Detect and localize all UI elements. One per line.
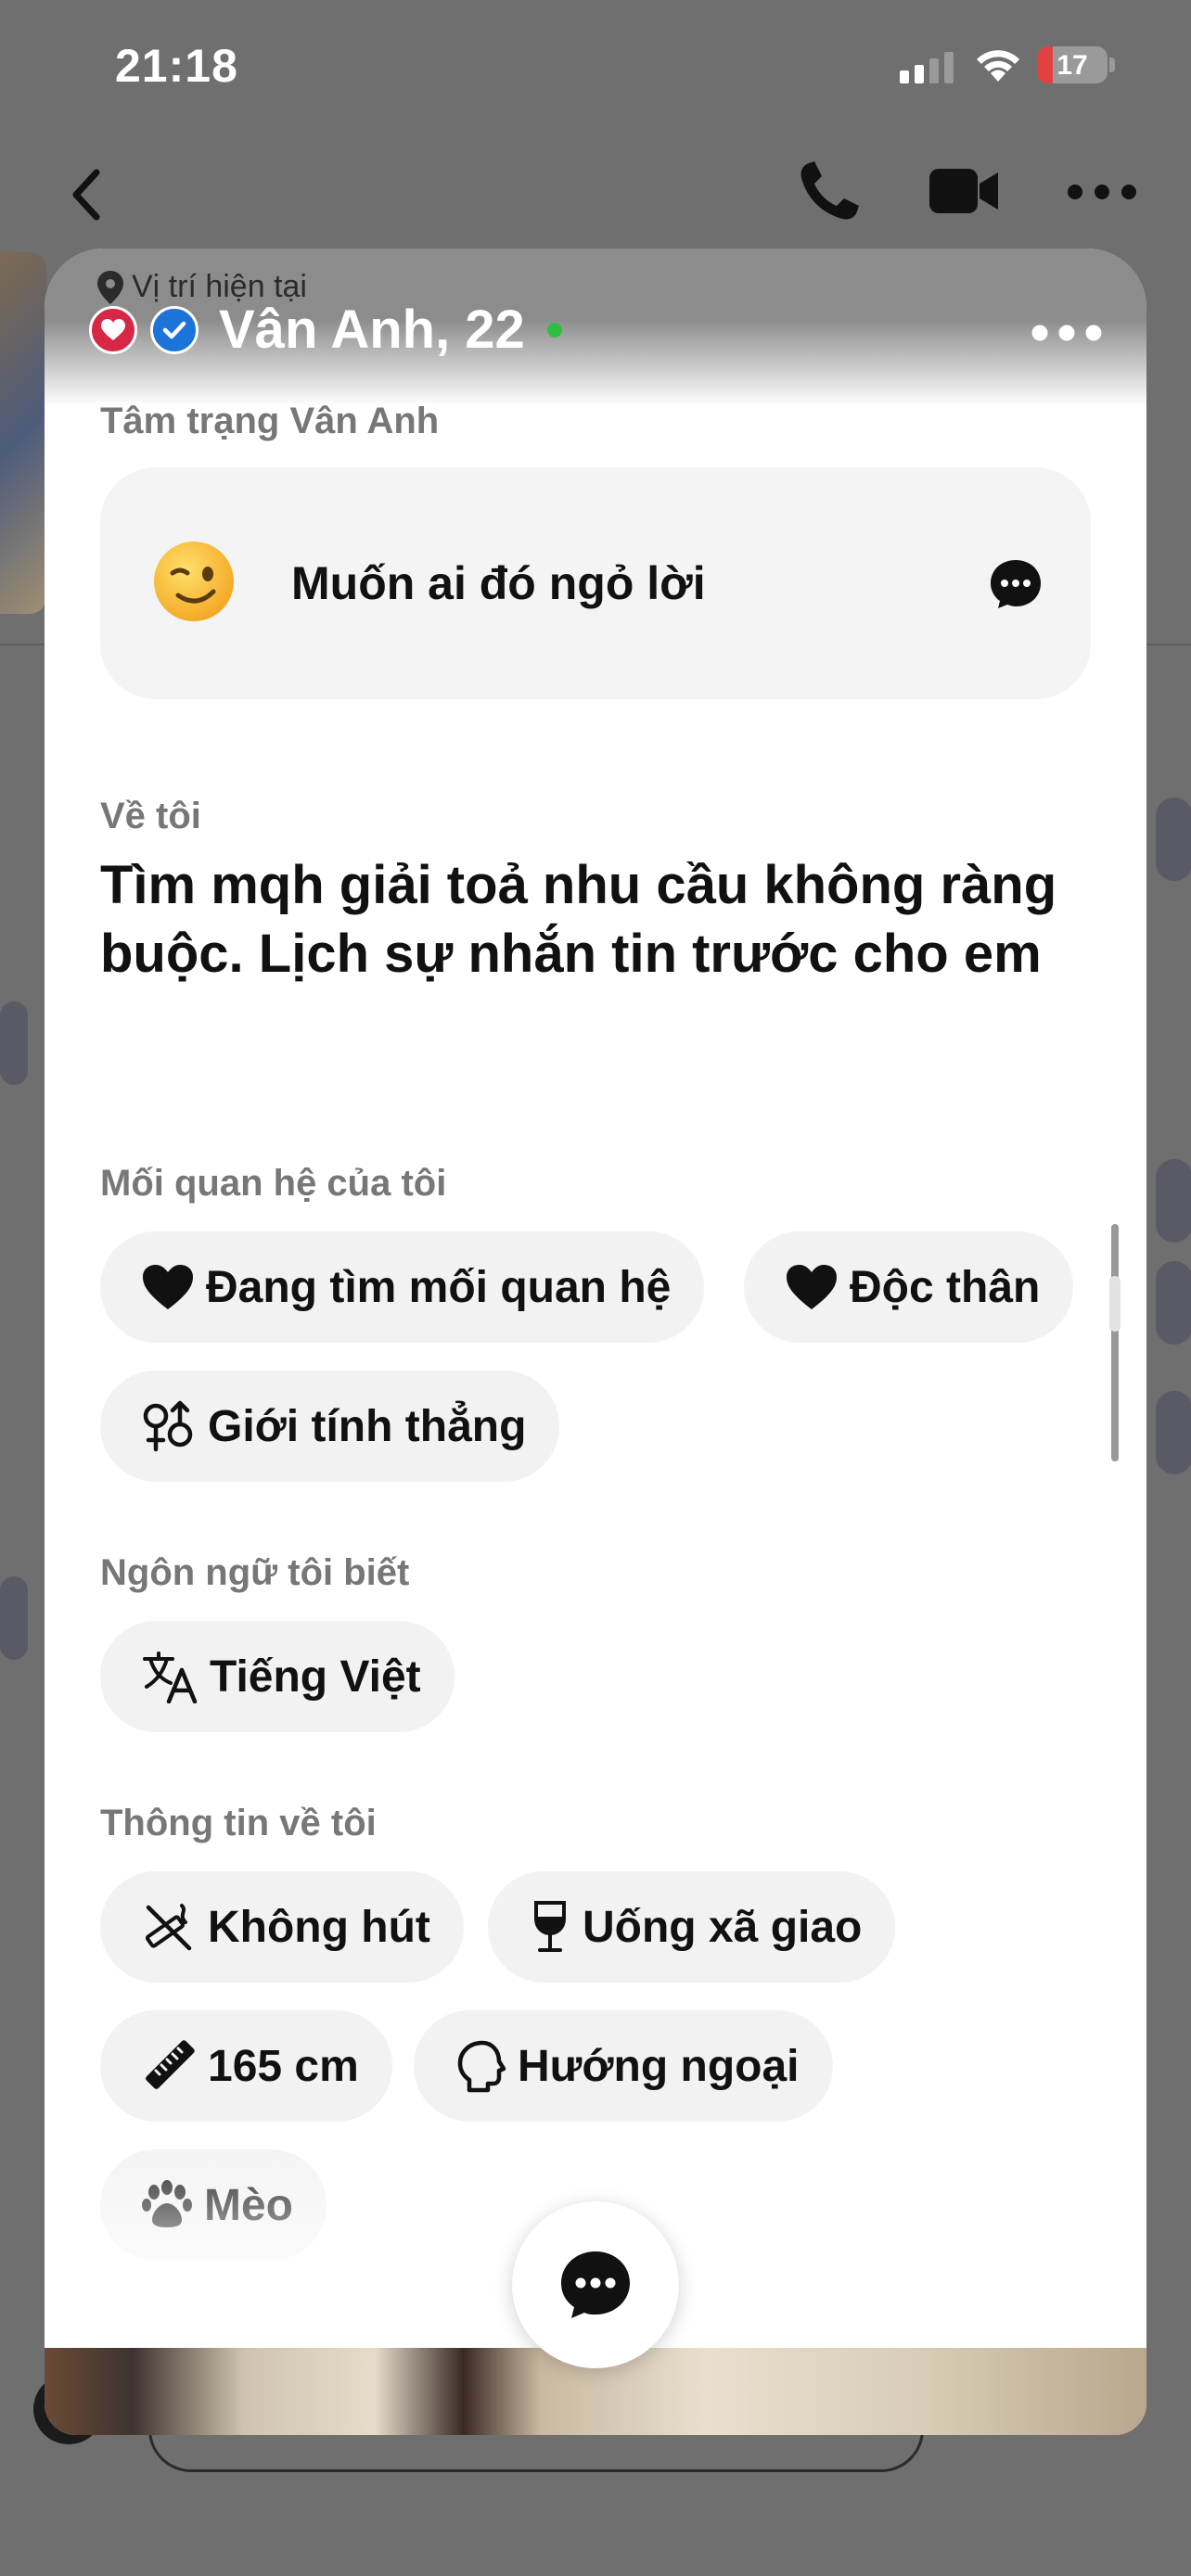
gender-icon bbox=[143, 1400, 193, 1452]
chip-height: 165 cm bbox=[100, 2010, 392, 2122]
chip-label: Tiếng Việt bbox=[210, 1651, 421, 1702]
chip-extrovert: Hướng ngoại bbox=[414, 2010, 833, 2122]
relationship-section-label: Mối quan hệ của tôi bbox=[100, 1163, 447, 1204]
no-smoking-icon bbox=[145, 1904, 192, 1951]
wifi-icon bbox=[977, 50, 1019, 82]
chip-label: Hướng ngoại bbox=[518, 2041, 800, 2091]
winking-face-icon bbox=[154, 542, 234, 621]
scrollbar-track[interactable] bbox=[1111, 1224, 1119, 1461]
online-status-dot bbox=[546, 322, 562, 338]
mood-section-label: Tâm trạng Vân Anh bbox=[100, 401, 440, 441]
chip-label: Uống xã giao bbox=[583, 1902, 863, 1952]
chat-photo-thumbnail bbox=[0, 252, 46, 614]
paw-icon bbox=[142, 2180, 192, 2227]
cellular-signal-icon bbox=[900, 52, 954, 83]
chip-label: Không hút bbox=[208, 1902, 430, 1952]
battery-level: 17 bbox=[1057, 50, 1088, 81]
profile-sheet: Vị trí hiện tại Vân Anh, 22 Tâm trạng Vâ… bbox=[45, 249, 1146, 2435]
more-options-icon[interactable] bbox=[1067, 184, 1137, 200]
language-section-label: Ngôn ngữ tôi biết bbox=[100, 1552, 410, 1593]
chip-label: Độc thân bbox=[850, 1262, 1041, 1312]
send-message-button[interactable] bbox=[512, 2201, 679, 2368]
info-section-label: Thông tin về tôi bbox=[100, 1803, 377, 1843]
verified-badge-icon bbox=[150, 305, 198, 354]
status-time: 21:18 bbox=[115, 40, 238, 92]
chip-orientation: Giới tính thẳng bbox=[100, 1371, 560, 1482]
profile-name-age: Vân Anh, 22 bbox=[219, 300, 525, 360]
mood-text: Muốn ai đó ngỏ lời bbox=[291, 557, 706, 609]
scrollbar-thumb[interactable] bbox=[1109, 1276, 1121, 1332]
profile-header: Vị trí hiện tại Vân Anh, 22 bbox=[45, 249, 1146, 406]
ruler-icon bbox=[146, 2040, 195, 2089]
chip-label: Giới tính thẳng bbox=[208, 1401, 527, 1451]
mood-card[interactable]: Muốn ai đó ngỏ lời bbox=[100, 467, 1091, 699]
about-section-label: Về tôi bbox=[100, 796, 201, 836]
chip-vietnamese: Tiếng Việt bbox=[100, 1621, 455, 1732]
profile-more-icon[interactable] bbox=[1031, 325, 1102, 341]
chip-single: Độc thân bbox=[744, 1231, 1074, 1343]
heart-icon bbox=[787, 1265, 837, 1309]
chip-label: Mèo bbox=[204, 2180, 293, 2230]
chip-cat: Mèo bbox=[100, 2149, 327, 2261]
back-chevron-icon[interactable] bbox=[67, 167, 104, 223]
chip-looking-for-relationship: Đang tìm mối quan hệ bbox=[100, 1231, 705, 1343]
wine-glass-icon bbox=[534, 1901, 566, 1952]
heart-icon bbox=[143, 1265, 193, 1309]
head-profile-icon bbox=[457, 2040, 506, 2093]
chip-no-smoking: Không hút bbox=[100, 1871, 464, 1983]
chip-social-drinking: Uống xã giao bbox=[488, 1871, 896, 1983]
about-text: Tìm mqh giải toả nhu cầu không ràng buộc… bbox=[100, 855, 1057, 984]
chip-label: Đang tìm mối quan hệ bbox=[206, 1262, 672, 1312]
chat-bubble-icon bbox=[561, 2251, 630, 2318]
battery-icon: 17 bbox=[1037, 46, 1108, 83]
chat-nav-bar bbox=[0, 139, 1191, 241]
chat-bubble-icon[interactable] bbox=[989, 558, 1043, 610]
chip-label: 165 cm bbox=[208, 2041, 359, 2091]
video-call-icon[interactable] bbox=[928, 167, 1002, 215]
profile-title-row: Vân Anh, 22 bbox=[89, 299, 562, 361]
status-bar: 21:18 17 bbox=[0, 0, 1191, 139]
love-badge-icon bbox=[89, 305, 137, 354]
phone-call-icon[interactable] bbox=[794, 158, 863, 226]
translate-icon bbox=[143, 1651, 198, 1703]
